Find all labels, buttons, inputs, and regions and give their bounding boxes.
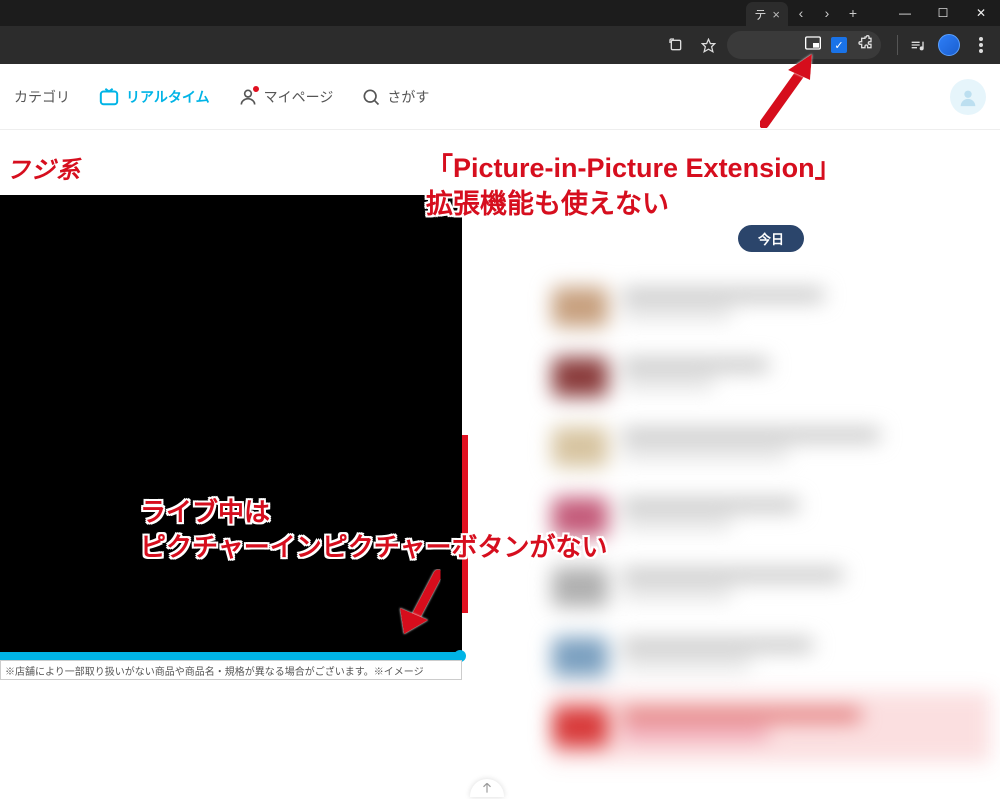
nav-realtime[interactable]: リアルタイム — [98, 87, 210, 107]
schedule-column: 今日 — [462, 195, 1000, 772]
player-column: ※店舗により一部取り扱いがない商品や商品名・規格が異なる場合がございます。※イメ… — [0, 195, 462, 772]
nav-mypage-label: マイページ — [264, 87, 334, 107]
tab-history-forward-icon[interactable]: › — [814, 0, 840, 26]
video-seekbar[interactable] — [0, 652, 462, 660]
schedule-list[interactable] — [552, 272, 990, 772]
profile-avatar-icon[interactable] — [936, 32, 962, 58]
nav-search[interactable]: さがす — [361, 87, 429, 107]
list-item[interactable] — [552, 342, 990, 412]
main-row: ※店舗により一部取り扱いがない商品や商品名・規格が異なる場合がございます。※イメ… — [0, 195, 1000, 772]
caption-text: ※店舗により一部取り扱いがない商品や商品名・規格が異なる場合がございます。※イメ… — [5, 663, 424, 678]
extensions-box: ✓ — [727, 31, 881, 59]
new-tab-button[interactable]: + — [840, 0, 866, 26]
window-close-button[interactable]: ✕ — [962, 0, 1000, 26]
checkbox-extension-icon[interactable]: ✓ — [831, 37, 847, 53]
nav-category[interactable]: カテゴリ — [14, 87, 70, 107]
list-item[interactable] — [552, 552, 990, 622]
seekbar-fill — [0, 652, 457, 660]
list-item[interactable] — [552, 412, 990, 482]
today-pill[interactable]: 今日 — [738, 225, 804, 252]
list-item[interactable] — [552, 692, 990, 762]
person-icon — [238, 87, 258, 107]
list-item[interactable] — [552, 272, 990, 342]
bookmark-star-icon[interactable] — [695, 32, 721, 58]
user-avatar[interactable] — [950, 79, 986, 115]
tab-strip: テ × ‹ › + — [746, 0, 866, 26]
list-item[interactable] — [552, 622, 990, 692]
kebab-menu-icon[interactable] — [968, 32, 994, 58]
browser-titlebar: テ × ‹ › + — ☐ ✕ — [0, 0, 1000, 26]
tab-close-icon[interactable]: × — [772, 7, 780, 22]
window-minimize-button[interactable]: — — [886, 0, 924, 26]
list-item[interactable] — [552, 482, 990, 552]
tab-label: テ — [754, 6, 766, 23]
window-controls: — ☐ ✕ — [886, 0, 1000, 26]
browser-tab[interactable]: テ × — [746, 2, 788, 26]
player-caption-strip: ※店舗により一部取り扱いがない商品や商品名・規格が異なる場合がございます。※イメ… — [0, 660, 462, 680]
extensions-puzzle-icon[interactable] — [857, 35, 873, 56]
scroll-indicator-button[interactable] — [470, 779, 504, 797]
search-icon — [361, 87, 381, 107]
video-player[interactable] — [0, 195, 462, 652]
nav-category-label: カテゴリ — [14, 87, 70, 107]
tab-history-back-icon[interactable]: ‹ — [788, 0, 814, 26]
site-header: カテゴリ リアルタイム マイページ さがす — [0, 64, 1000, 130]
music-note-icon[interactable] — [904, 32, 930, 58]
nav-realtime-label: リアルタイム — [126, 87, 210, 107]
browser-toolbar: ✓ — [0, 26, 1000, 64]
nav-search-label: さがす — [387, 87, 429, 107]
nav-mypage[interactable]: マイページ — [238, 87, 334, 107]
pip-extension-icon[interactable] — [805, 36, 821, 55]
channel-label: フジ系 — [0, 130, 1000, 195]
screenshot-icon[interactable] — [663, 32, 689, 58]
window-maximize-button[interactable]: ☐ — [924, 0, 962, 26]
toolbar-divider — [897, 35, 898, 55]
tv-icon — [98, 87, 120, 107]
